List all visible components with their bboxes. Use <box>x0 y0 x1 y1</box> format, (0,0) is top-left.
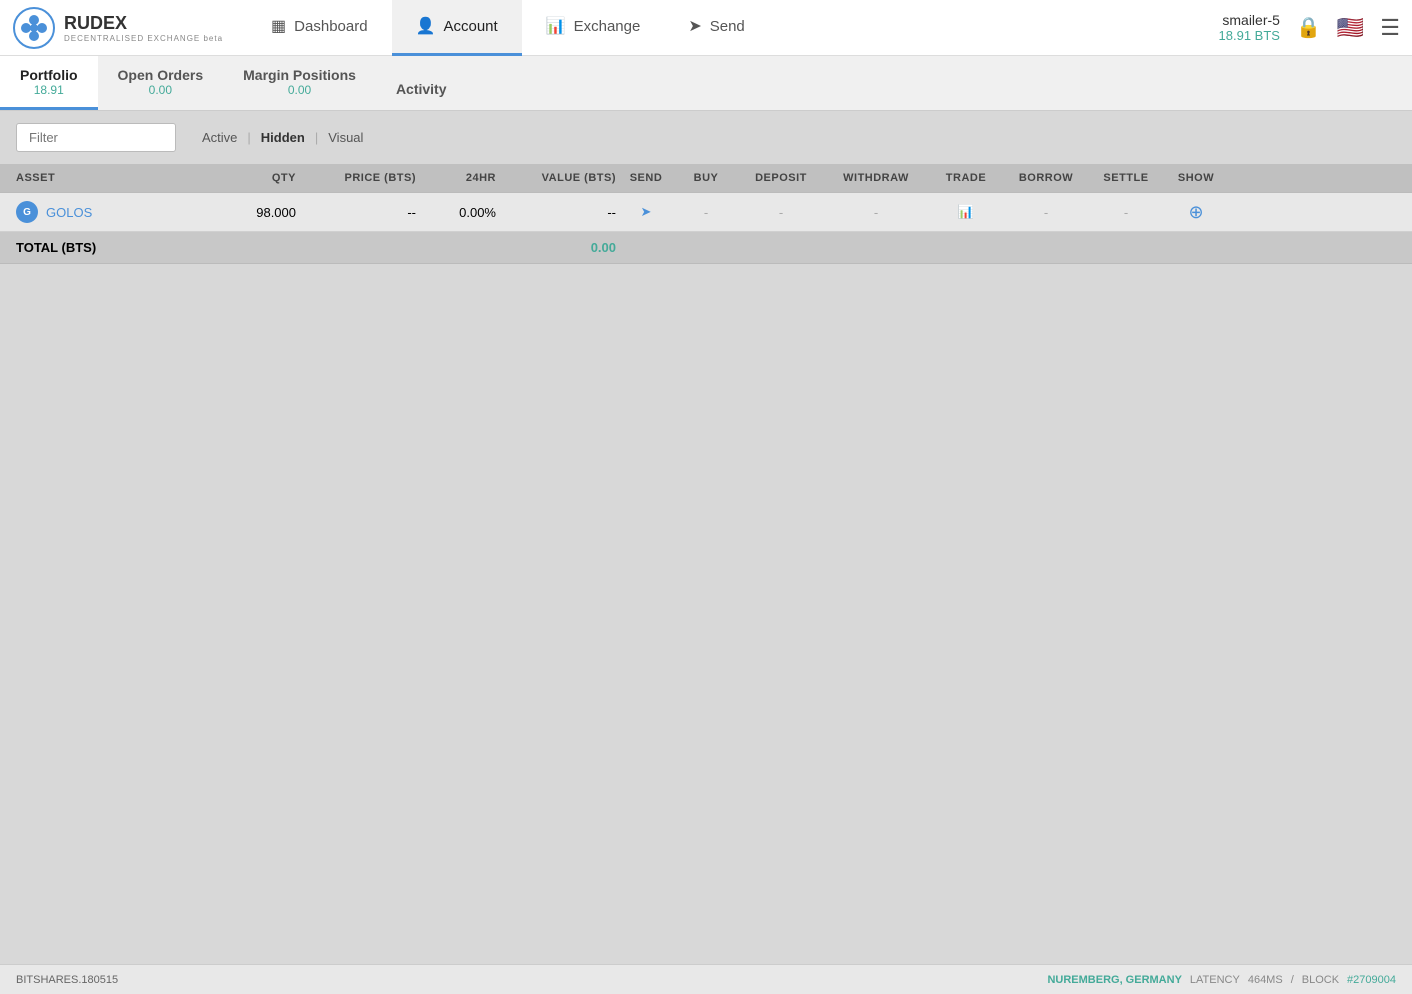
user-balance: 18.91 BTS <box>1219 28 1280 43</box>
tab-portfolio[interactable]: Portfolio 18.91 <box>0 56 98 110</box>
col-show: SHOW <box>1166 172 1226 184</box>
dashboard-icon: ▦ <box>271 16 286 36</box>
footer-latency-value: 464MS <box>1248 974 1283 986</box>
col-24hr: 24HR <box>416 172 496 184</box>
golos-borrow-button: - <box>1006 205 1086 220</box>
top-navigation: RUDEX DECENTRALISED EXCHANGE beta ▦ Dash… <box>0 0 1412 56</box>
tab-activity[interactable]: Activity <box>376 56 467 110</box>
nav-right-area: smailer-5 18.91 BTS 🔒 🇺🇸 ☰ <box>1219 12 1400 43</box>
footer-version: BITSHARES.180515 <box>16 974 118 986</box>
footer-location: NUREMBERG, GERMANY <box>1047 974 1181 986</box>
col-deposit: DEPOSIT <box>736 172 826 184</box>
asset-cell-golos[interactable]: G GOLOS <box>16 201 196 223</box>
col-trade: TRADE <box>926 172 1006 184</box>
nav-item-send[interactable]: ➤ Send <box>664 0 768 56</box>
golos-value: -- <box>496 205 616 220</box>
tab-margin-positions[interactable]: Margin Positions 0.00 <box>223 56 376 110</box>
col-qty: QTY <box>196 172 296 184</box>
golos-withdraw-button: - <box>826 205 926 220</box>
col-settle: SETTLE <box>1086 172 1166 184</box>
golos-24hr: 0.00% <box>416 205 496 220</box>
filter-sep-1: | <box>247 130 250 145</box>
total-label: TOTAL (BTS) <box>16 240 196 255</box>
flag-icon[interactable]: 🇺🇸 <box>1337 15 1364 41</box>
lock-icon[interactable]: 🔒 <box>1296 15 1321 40</box>
footer-right: NUREMBERG, GERMANY LATENCY 464MS / BLOCK… <box>1047 974 1396 986</box>
col-send: SEND <box>616 172 676 184</box>
account-icon: 👤 <box>416 16 436 36</box>
col-withdraw: WITHDRAW <box>826 172 926 184</box>
exchange-icon: 📊 <box>546 16 566 36</box>
logo-text: RUDEX DECENTRALISED EXCHANGE beta <box>64 13 223 43</box>
total-value: 0.00 <box>496 240 616 255</box>
footer-block-separator: / <box>1291 974 1294 986</box>
hamburger-menu-icon[interactable]: ☰ <box>1380 15 1400 41</box>
col-buy: BUY <box>676 172 736 184</box>
footer-block-label: BLOCK <box>1302 974 1339 986</box>
golos-show-button[interactable]: ⊕ <box>1166 202 1226 223</box>
filter-row: Active | Hidden | Visual <box>0 111 1412 164</box>
col-value: VALUE (BTS) <box>496 172 616 184</box>
user-info: smailer-5 18.91 BTS <box>1219 12 1280 43</box>
table-row: G GOLOS 98.000 -- 0.00% -- ➤ - - - 📊 - -… <box>0 193 1412 232</box>
sub-tabs: Portfolio 18.91 Open Orders 0.00 Margin … <box>0 56 1412 111</box>
golos-settle-button: - <box>1086 205 1166 220</box>
rudex-logo <box>12 6 56 50</box>
nav-item-dashboard[interactable]: ▦ Dashboard <box>247 0 392 56</box>
user-name: smailer-5 <box>1219 12 1280 28</box>
golos-icon: G <box>16 201 38 223</box>
footer-latency-label: LATENCY <box>1190 974 1240 986</box>
tab-open-orders[interactable]: Open Orders 0.00 <box>98 56 224 110</box>
send-icon: ➤ <box>688 16 701 36</box>
filter-hidden[interactable]: Hidden <box>255 128 311 147</box>
col-borrow: BORROW <box>1006 172 1086 184</box>
golos-trade-button[interactable]: 📊 <box>926 204 1006 220</box>
col-asset: ASSET <box>16 172 196 184</box>
footer-block-value: #2709004 <box>1347 974 1396 986</box>
filter-active[interactable]: Active <box>196 128 243 147</box>
table-header: ASSET QTY PRICE (BTS) 24HR VALUE (BTS) S… <box>0 164 1412 193</box>
nav-item-exchange[interactable]: 📊 Exchange <box>522 0 665 56</box>
golos-deposit-button: - <box>736 205 826 220</box>
footer: BITSHARES.180515 NUREMBERG, GERMANY LATE… <box>0 964 1412 994</box>
portfolio-table: ASSET QTY PRICE (BTS) 24HR VALUE (BTS) S… <box>0 164 1412 264</box>
filter-options: Active | Hidden | Visual <box>196 128 369 147</box>
nav-item-account[interactable]: 👤 Account <box>392 0 522 56</box>
golos-send-button[interactable]: ➤ <box>616 204 676 220</box>
filter-input[interactable] <box>16 123 176 152</box>
col-price: PRICE (BTS) <box>296 172 416 184</box>
filter-sep-2: | <box>315 130 318 145</box>
golos-buy-button: - <box>676 205 736 220</box>
asset-name-golos[interactable]: GOLOS <box>46 205 92 220</box>
golos-qty: 98.000 <box>196 205 296 220</box>
logo-area[interactable]: RUDEX DECENTRALISED EXCHANGE beta <box>12 6 223 50</box>
filter-visual[interactable]: Visual <box>322 128 369 147</box>
golos-price: -- <box>296 205 416 220</box>
total-row: TOTAL (BTS) 0.00 <box>0 232 1412 264</box>
